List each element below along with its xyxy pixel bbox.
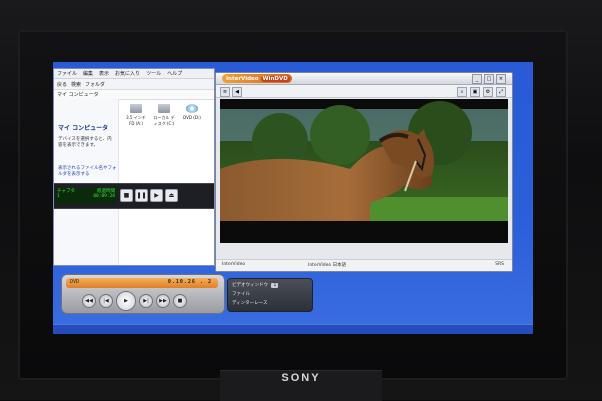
back-button[interactable]: 戻る: [57, 81, 67, 88]
windvd-window: InterVideo WinDVD _ □ × ≡ ◀ ⌕ ▣ ⚙ ⤢ Inte…: [215, 72, 513, 272]
windvd-toolbar: ≡ ◀ ⌕ ▣ ⚙ ⤢: [216, 85, 512, 98]
drive-dvd[interactable]: DVD (D:): [180, 104, 204, 120]
folders-button[interactable]: フォルダ: [85, 81, 105, 88]
dvd-lcd-readout: チャプタ 経過時間 1 00:09:28: [56, 188, 116, 204]
drive-floppy[interactable]: 3.5 インチ FD (A:): [124, 104, 148, 126]
mini-pause-button[interactable]: ❚❚: [135, 189, 148, 202]
windvd-player-bar: DVD 0.10.26 . 2 ◀◀ |◀ ▶ ▶| ▶▶ ■: [61, 274, 225, 314]
menu-help[interactable]: ヘルプ: [167, 70, 182, 77]
windvd-logo-prefix: InterVideo: [226, 75, 259, 82]
windvd-statusbar: InterVideo InterVideo 日本語 SRS: [216, 259, 512, 271]
status-left-text: InterVideo: [222, 262, 246, 267]
status-right-text: SRS: [495, 262, 504, 267]
mini-eject-button[interactable]: ⏏: [165, 189, 178, 202]
pane-link[interactable]: 表示されるファイル名やフォルダを表示する: [58, 165, 118, 177]
drive-floppy-label: 3.5 インチ FD (A:): [126, 115, 146, 126]
tv-screen: ファイル 編集 表示 お気に入り ツール ヘルプ 戻る 検索 フォルダ マイ コ…: [53, 62, 533, 334]
video-settings-panel: ビデオウィンドウ 1 ファイル ディンターレース: [227, 278, 313, 312]
panel-row3-label: ディンターレース: [232, 301, 268, 306]
menu-file[interactable]: ファイル: [57, 70, 77, 77]
zoom-icon[interactable]: ⌕: [457, 87, 467, 97]
back-icon[interactable]: ◀: [232, 87, 242, 97]
player-lcd: DVD 0.10.26 . 2: [66, 278, 218, 288]
stop-button[interactable]: ■: [173, 294, 187, 308]
mini-play-button[interactable]: ▶: [150, 189, 163, 202]
window-controls: _ □ ×: [472, 74, 506, 84]
player-mode: DVD: [70, 279, 80, 285]
panel-row-2: ファイル: [232, 291, 250, 297]
fast-forward-button[interactable]: ▶▶: [156, 294, 170, 308]
fullscreen-icon[interactable]: ⤢: [496, 87, 506, 97]
status-mid-text: InterVideo 日本語: [308, 263, 347, 268]
mini-stop-button[interactable]: ■: [120, 189, 133, 202]
lcd-chapter-value: 1: [57, 194, 60, 199]
video-image: [220, 99, 508, 243]
explorer-task-pane: マイ コンピュータ デバイスを選択すると、内容を表示できます。 表示されるファイ…: [54, 99, 119, 265]
close-icon[interactable]: ×: [496, 74, 506, 84]
windvd-titlebar: InterVideo WinDVD _ □ ×: [216, 73, 512, 85]
menu-favorites[interactable]: お気に入り: [115, 70, 140, 77]
video-frame[interactable]: [220, 99, 508, 243]
panel-row1-label: ビデオウィンドウ: [232, 283, 268, 288]
menu-edit[interactable]: 編集: [83, 70, 93, 77]
dvd-drive-icon: [186, 104, 198, 113]
next-chapter-button[interactable]: ▶|: [139, 294, 153, 308]
taskbar: [53, 324, 533, 334]
pane-description: デバイスを選択すると、内容を表示できます。: [58, 137, 112, 148]
address-text: マイ コンピュータ: [57, 92, 99, 98]
play-button[interactable]: ▶: [116, 291, 136, 311]
pane-title: マイ コンピュータ: [58, 125, 109, 132]
settings-icon[interactable]: ⚙: [483, 87, 493, 97]
lcd-time-value: 00:09:28: [93, 194, 115, 199]
minimize-icon[interactable]: _: [472, 74, 482, 84]
explorer-menubar: ファイル 編集 表示 お気に入り ツール ヘルプ: [54, 69, 214, 79]
hard-disk-icon: [158, 104, 170, 113]
menu-icon[interactable]: ≡: [220, 87, 230, 97]
explorer-window: ファイル 編集 表示 お気に入り ツール ヘルプ 戻る 検索 フォルダ マイ コ…: [53, 68, 215, 266]
panel-row2-label: ファイル: [232, 292, 250, 297]
panel-row-1: ビデオウィンドウ 1: [232, 282, 279, 288]
menu-tools[interactable]: ツール: [146, 70, 161, 77]
player-buttons: ◀◀ |◀ ▶ ▶| ▶▶ ■: [82, 291, 187, 311]
prev-chapter-button[interactable]: |◀: [99, 294, 113, 308]
menu-view[interactable]: 表示: [99, 70, 109, 77]
rewind-button[interactable]: ◀◀: [82, 294, 96, 308]
windvd-logo-product: WinDVD: [260, 75, 290, 82]
capture-icon[interactable]: ▣: [470, 87, 480, 97]
windvd-logo: InterVideo WinDVD: [222, 74, 292, 83]
drive-local-disk[interactable]: ローカル ディスク (C:): [152, 104, 176, 127]
mini-transport: ■ ❚❚ ▶ ⏏: [120, 189, 178, 202]
search-button[interactable]: 検索: [71, 81, 81, 88]
drive-local-label: ローカル ディスク (C:): [153, 115, 175, 126]
player-time: 0.10.26 . 2: [167, 279, 212, 285]
panel-row1-value[interactable]: 1: [271, 283, 279, 288]
floppy-drive-icon: [130, 104, 142, 113]
dvd-mini-panel: チャプタ 経過時間 1 00:09:28 ■ ❚❚ ▶ ⏏: [54, 183, 214, 209]
tv-brand-label: SONY: [281, 372, 321, 384]
drive-dvd-label: DVD (D:): [183, 115, 201, 120]
panel-row-3: ディンターレース: [232, 300, 267, 306]
maximize-icon[interactable]: □: [484, 74, 494, 84]
explorer-toolbar: 戻る 検索 フォルダ: [54, 79, 214, 90]
